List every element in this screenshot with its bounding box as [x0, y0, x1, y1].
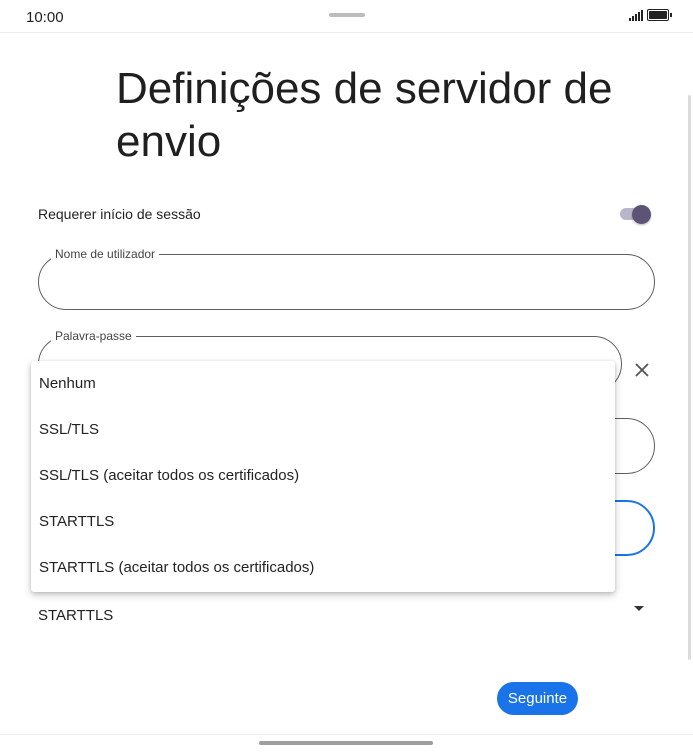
status-bar: 10:00 [0, 0, 693, 33]
dropdown-option-nenhum[interactable]: Nenhum [31, 361, 615, 407]
security-dropdown-menu: Nenhum SSL/TLS SSL/TLS (aceitar todos os… [31, 361, 615, 592]
security-select-value[interactable]: STARTTLS [38, 607, 113, 624]
close-icon[interactable] [632, 360, 652, 380]
dropdown-option-ssl-tls-all-certs[interactable]: SSL/TLS (aceitar todos os certificados) [31, 453, 615, 499]
scrollbar[interactable] [688, 95, 691, 660]
status-time: 10:00 [26, 9, 64, 26]
require-login-toggle[interactable] [620, 205, 652, 224]
password-field-label: Palavra-passe [51, 328, 136, 344]
dropdown-option-starttls[interactable]: STARTTLS [31, 499, 615, 545]
battery-icon [647, 9, 672, 21]
dropdown-option-ssl-tls[interactable]: SSL/TLS [31, 407, 615, 453]
page-title: Definições de servidor de envio [116, 64, 613, 166]
username-field[interactable]: Nome de utilizador [38, 246, 655, 310]
username-field-label: Nome de utilizador [51, 246, 160, 262]
dropdown-option-starttls-all-certs[interactable]: STARTTLS (aceitar todos os certificados) [31, 545, 615, 591]
chevron-down-icon[interactable] [634, 606, 644, 611]
username-input[interactable] [39, 255, 654, 309]
require-login-label: Requerer início de sessão [38, 206, 201, 222]
toggle-thumb [632, 205, 651, 224]
home-indicator[interactable] [259, 741, 433, 745]
signal-icon [629, 9, 643, 21]
status-icons [629, 9, 672, 21]
status-pill [329, 13, 365, 17]
nav-divider [0, 734, 693, 735]
next-button[interactable]: Seguinte [497, 682, 578, 715]
